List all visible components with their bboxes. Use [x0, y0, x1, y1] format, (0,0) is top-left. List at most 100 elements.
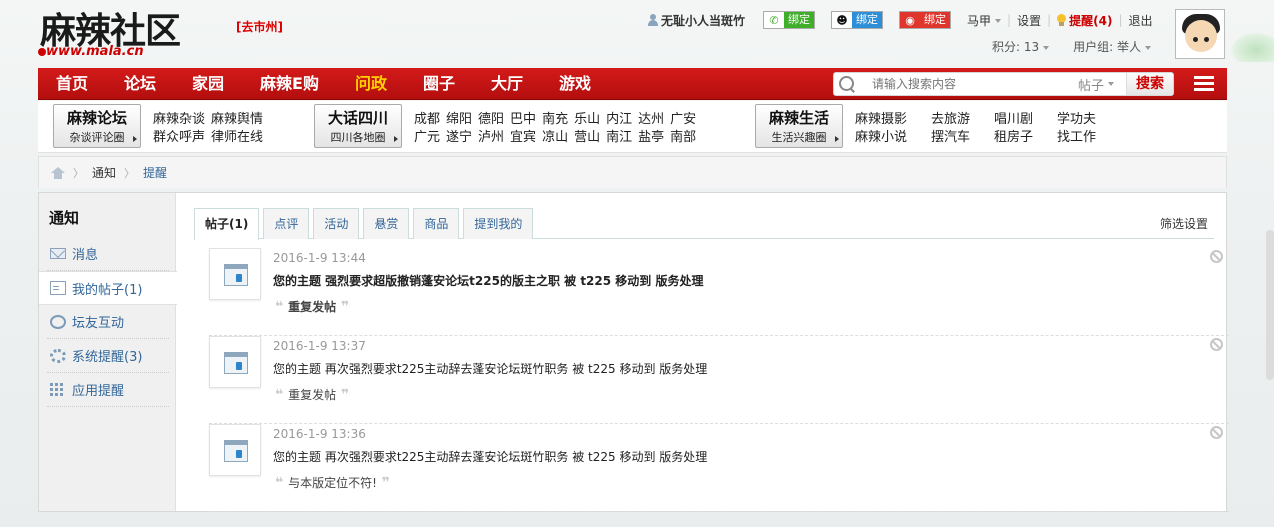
bind-qq-label: 绑定	[852, 12, 883, 28]
channel-link[interactable]: 找工作	[1057, 126, 1096, 145]
channel-link[interactable]: 麻辣摄影	[855, 108, 907, 127]
search-button[interactable]: 搜索	[1126, 73, 1173, 95]
bind-qq-button[interactable]: ☻ 绑定	[831, 11, 884, 29]
nav-item[interactable]: 论坛	[106, 68, 174, 100]
channel-link[interactable]: 营山	[574, 126, 600, 145]
home-icon[interactable]	[51, 166, 65, 179]
channel-link[interactable]: 学功夫	[1057, 108, 1096, 127]
majia-menu[interactable]: 马甲	[967, 12, 1002, 29]
notice-item: 2016-1-9 13:44 您的主题 强烈要求超版撤销蓬安论坛t225的版主之职…	[209, 248, 1229, 336]
tab[interactable]: 活动	[313, 208, 360, 239]
tab[interactable]: 商品	[413, 208, 460, 239]
channel-link[interactable]: 南江	[606, 126, 632, 145]
window-info-icon	[224, 264, 248, 286]
channel-link[interactable]: 盐亭	[638, 126, 664, 145]
sidebar-item[interactable]: 应用提醒	[47, 373, 169, 407]
sidebar-item[interactable]: 系统提醒(3)	[47, 339, 169, 373]
breadcrumb-arrow: 〉	[124, 166, 136, 180]
delete-icon[interactable]	[1210, 338, 1223, 351]
channel-link[interactable]: 成都	[414, 108, 440, 127]
channel-link[interactable]: 凉山	[542, 126, 568, 145]
channel-link[interactable]: 遂宁	[446, 126, 472, 145]
qq-icon: ☻	[832, 12, 853, 28]
notice-text[interactable]: 您的主题 强烈要求超版撤销蓬安论坛t225的版主之职 被 t225 移动到 版务…	[273, 272, 703, 289]
city-link[interactable]: [去市州]	[236, 18, 283, 35]
nav-item[interactable]: 大厅	[473, 68, 541, 100]
delete-icon[interactable]	[1210, 250, 1223, 263]
nav-items: 首页 论坛 家园 麻辣E购 问政 圈子 大厅 游戏	[38, 68, 609, 100]
channel-link[interactable]: 泸州	[478, 126, 504, 145]
breadcrumb-remind[interactable]: 提醒	[143, 164, 167, 181]
scrollbar[interactable]	[1266, 230, 1274, 380]
channel-link[interactable]: 达州	[638, 108, 664, 127]
channel-link[interactable]: 群众呼声	[153, 126, 205, 145]
notice-text[interactable]: 您的主题 再次强烈要求t225主动辞去蓬安论坛斑竹职务 被 t225 移动到 版…	[273, 448, 707, 465]
notice-text[interactable]: 您的主题 再次强烈要求t225主动辞去蓬安论坛斑竹职务 被 t225 移动到 版…	[273, 360, 707, 377]
notice-item: 2016-1-9 13:37 您的主题 再次强烈要求t225主动辞去蓬安论坛斑竹职…	[209, 336, 1229, 424]
delete-icon[interactable]	[1210, 426, 1223, 439]
bind-wechat-button[interactable]: ✆ 绑定	[763, 11, 816, 29]
user-icon	[648, 14, 658, 26]
sidebar-item[interactable]: 我的帖子(1)	[39, 271, 177, 305]
bind-weibo-button[interactable]: ◉ 绑定	[899, 11, 952, 29]
channel-link[interactable]: 律师在线	[211, 126, 263, 145]
settings-link[interactable]: 设置	[1017, 12, 1041, 29]
notice-quote-text: 重复发帖	[288, 388, 337, 402]
nav-item[interactable]: 圈子	[405, 68, 473, 100]
channel-links: 麻辣摄影 麻辣小说 去旅游 摆汽车 唱川剧 租房子 学功夫 找工作	[855, 108, 1096, 148]
channel-badge[interactable]: 大话四川 四川各地圈	[314, 104, 402, 148]
channel-link[interactable]: 去旅游	[931, 108, 970, 127]
channel-link[interactable]: 唱川剧	[994, 108, 1033, 127]
tab[interactable]: 悬赏	[363, 208, 410, 239]
site-logo[interactable]: 麻辣社区 www.mala.cn	[38, 0, 208, 64]
channel-title: 大话四川	[327, 109, 388, 127]
channel-link[interactable]: 乐山	[574, 108, 600, 127]
window-info-icon	[224, 352, 248, 374]
channel-badge[interactable]: 麻辣论坛 杂谈评论圈	[53, 104, 141, 148]
avatar[interactable]	[1175, 9, 1225, 59]
nav-item[interactable]: 游戏	[541, 68, 609, 100]
nav-item[interactable]: 麻辣E购	[242, 68, 337, 100]
channel-link[interactable]: 南充	[542, 108, 568, 127]
channel-link[interactable]: 摆汽车	[931, 126, 970, 145]
logout-link[interactable]: 退出	[1129, 12, 1153, 29]
sidebar-item[interactable]: 消息	[47, 237, 169, 271]
nav-item[interactable]: 首页	[38, 68, 106, 100]
document-icon	[50, 281, 66, 295]
tab[interactable]: 点评	[263, 208, 310, 239]
filter-settings-link[interactable]: 筛选设置	[1160, 215, 1208, 232]
usergroup-menu[interactable]: 用户组: 举人	[1073, 38, 1151, 55]
divider: |	[1007, 13, 1012, 27]
channel-link[interactable]: 内江	[606, 108, 632, 127]
tab[interactable]: 提到我的	[463, 208, 534, 239]
channel-link[interactable]: 麻辣杂谈	[153, 108, 205, 127]
search-input[interactable]	[872, 77, 1072, 91]
chevron-down-icon	[1145, 45, 1151, 50]
usergroup-label: 用户组: 举人	[1073, 40, 1141, 54]
tab[interactable]: 帖子(1)	[194, 208, 260, 240]
nav-item[interactable]: 问政	[337, 68, 405, 100]
channel-badge[interactable]: 麻辣生活 生活兴趣圈	[755, 104, 843, 148]
channel-link[interactable]: 绵阳	[446, 108, 472, 127]
channel-strip: 麻辣论坛 杂谈评论圈 麻辣杂谈 群众呼声 麻辣舆情 律师在线 大话四川 四川各地圈 成…	[38, 101, 1227, 153]
sidebar-item-label: 应用提醒	[72, 384, 125, 399]
channel-link[interactable]: 麻辣舆情	[211, 108, 263, 127]
sidebar-item[interactable]: 坛友互动	[47, 305, 169, 339]
remind-link[interactable]: 提醒(4)	[1057, 12, 1112, 29]
channel-link[interactable]: 广安	[670, 108, 696, 127]
breadcrumb-notice[interactable]: 通知	[92, 164, 116, 181]
nav-item[interactable]: 家园	[174, 68, 242, 100]
channel-link[interactable]: 巴中	[510, 108, 536, 127]
channel-link[interactable]: 租房子	[994, 126, 1033, 145]
channel-link[interactable]: 宜宾	[510, 126, 536, 145]
channel-link[interactable]: 广元	[414, 126, 440, 145]
points-menu[interactable]: 积分: 13	[992, 38, 1050, 55]
hamburger-menu-icon[interactable]	[1194, 76, 1214, 92]
username-link[interactable]: 无耻小人当斑竹	[648, 12, 745, 29]
channel-link[interactable]: 麻辣小说	[855, 126, 907, 145]
channel-link[interactable]: 南部	[670, 126, 696, 145]
search-scope-label: 帖子	[1078, 78, 1105, 94]
menu-bar	[1194, 88, 1214, 91]
search-scope-select[interactable]: 帖子	[1078, 75, 1115, 94]
channel-link[interactable]: 德阳	[478, 108, 504, 127]
